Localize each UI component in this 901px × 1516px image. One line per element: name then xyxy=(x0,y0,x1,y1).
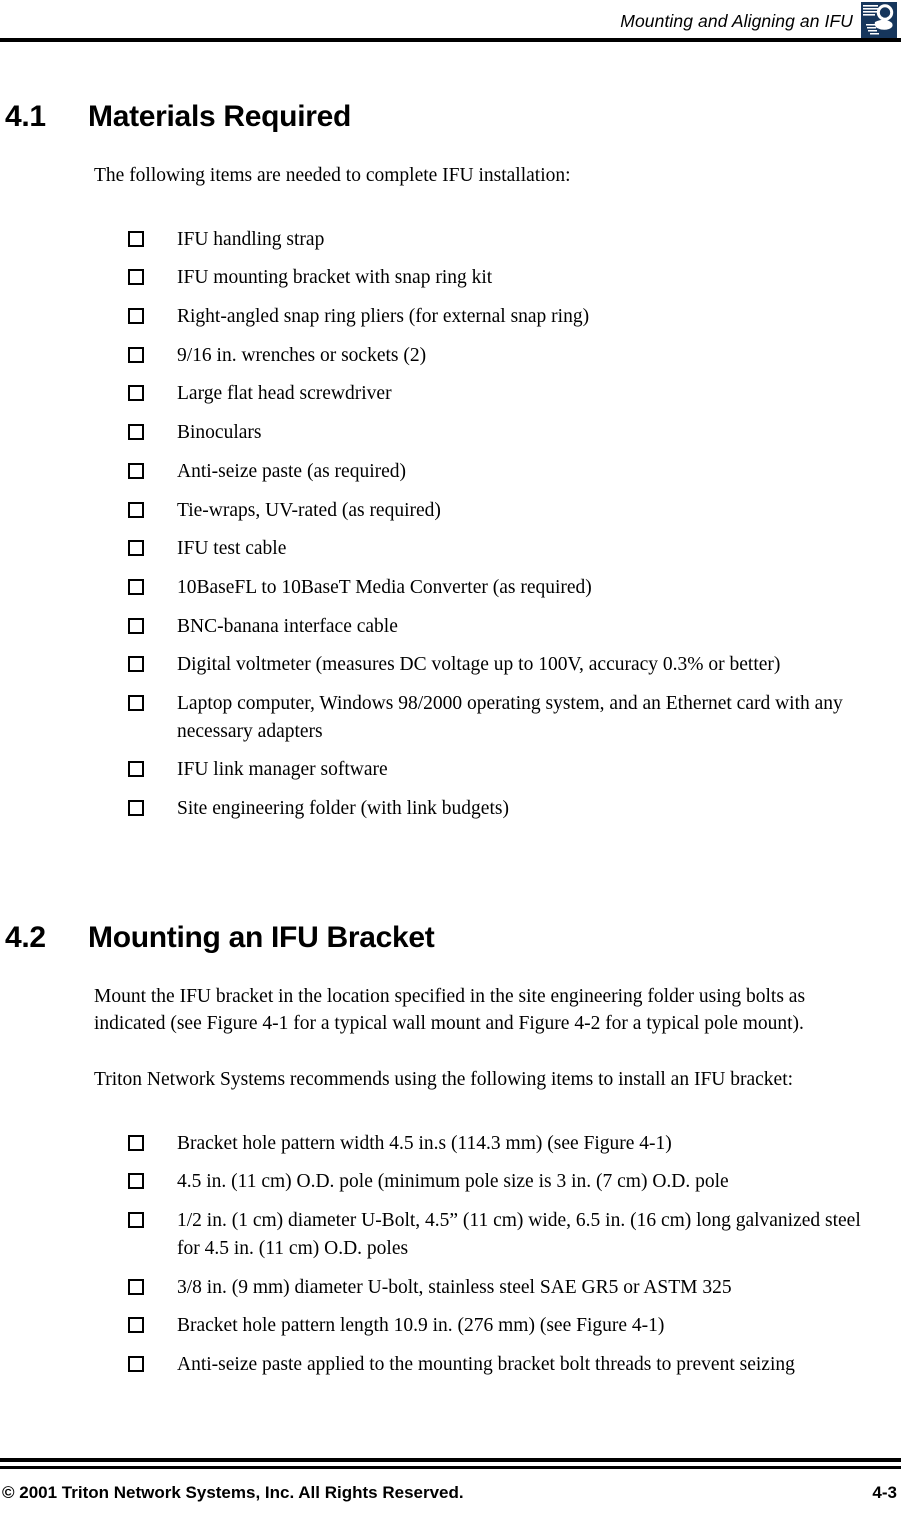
list-item-label: Right-angled snap ring pliers (for exter… xyxy=(177,306,590,328)
checkbox-icon[interactable] xyxy=(128,761,144,778)
header-divider-rule xyxy=(0,38,901,42)
list-item: Large flat head screwdriver xyxy=(128,380,873,408)
checkbox-icon[interactable] xyxy=(128,656,144,673)
bracket-items-checklist: Bracket hole pattern width 4.5 in.s (114… xyxy=(0,1130,901,1379)
list-item: Digital voltmeter (measures DC voltage u… xyxy=(128,651,873,679)
checkbox-icon[interactable] xyxy=(128,1134,144,1151)
list-item-label: Large flat head screwdriver xyxy=(177,383,392,405)
list-item-label: IFU handling strap xyxy=(177,228,325,250)
footer-page-number: 4-3 xyxy=(872,1483,897,1502)
section-number: 4.2 xyxy=(5,920,46,954)
list-item-label: IFU mounting bracket with snap ring kit xyxy=(177,267,493,289)
checkbox-icon[interactable] xyxy=(128,269,144,286)
section-paragraph: Triton Network Systems recommends using … xyxy=(94,1069,794,1091)
list-item: 4.5 in. (11 cm) O.D. pole (minimum pole … xyxy=(128,1168,873,1196)
list-item: Anti-seize paste (as required) xyxy=(128,458,873,486)
footer-copyright: © 2001 Triton Network Systems, Inc. All … xyxy=(2,1483,464,1502)
page-footer: © 2001 Triton Network Systems, Inc. All … xyxy=(0,1458,901,1516)
checkbox-icon[interactable] xyxy=(128,462,144,479)
list-item: Tie-wraps, UV-rated (as required) xyxy=(128,497,873,525)
list-item-label: IFU test cable xyxy=(177,538,287,560)
checkbox-icon[interactable] xyxy=(128,1173,144,1190)
list-item-label: 3/8 in. (9 mm) diameter U-bolt, stainles… xyxy=(177,1276,732,1298)
section-materials-required: 4.1 Materials Required The following ite… xyxy=(0,100,901,823)
section-intro-paragraph: The following items are needed to comple… xyxy=(94,165,571,186)
list-item-label: BNC-banana interface cable xyxy=(177,615,398,637)
list-item: Right-angled snap ring pliers (for exter… xyxy=(128,303,873,331)
list-item-label: Bracket hole pattern length 10.9 in. (27… xyxy=(177,1315,665,1337)
list-item: BNC-banana interface cable xyxy=(128,613,873,641)
list-item: Binoculars xyxy=(128,419,873,447)
checkbox-icon[interactable] xyxy=(128,385,144,402)
section-mounting-an-ifu-bracket: 4.2 Mounting an IFU Bracket Mount the IF… xyxy=(0,921,901,1379)
list-item: 1/2 in. (1 cm) diameter U-Bolt, 4.5” (11… xyxy=(128,1207,873,1262)
list-item-label: Anti-seize paste applied to the mounting… xyxy=(177,1353,795,1375)
checkbox-icon[interactable] xyxy=(128,230,144,247)
list-item: Bracket hole pattern width 4.5 in.s (114… xyxy=(128,1130,873,1158)
list-item: IFU handling strap xyxy=(128,226,873,254)
list-item: Bracket hole pattern length 10.9 in. (27… xyxy=(128,1312,873,1340)
section-number: 4.1 xyxy=(5,100,46,133)
list-item-label: 10BaseFL to 10BaseT Media Converter (as … xyxy=(177,576,592,598)
triton-network-systems-logo-icon xyxy=(861,2,897,38)
section-paragraph: Mount the IFU bracket in the location sp… xyxy=(94,985,806,1035)
list-item: IFU mounting bracket with snap ring kit xyxy=(128,264,873,292)
checkbox-icon[interactable] xyxy=(128,346,144,363)
list-item-label: Tie-wraps, UV-rated (as required) xyxy=(177,499,441,521)
checkbox-icon[interactable] xyxy=(128,1278,144,1295)
section-title: Mounting an IFU Bracket xyxy=(88,920,435,954)
list-item: Laptop computer, Windows 98/2000 operati… xyxy=(128,690,873,745)
list-item: 3/8 in. (9 mm) diameter U-bolt, stainles… xyxy=(128,1274,873,1302)
list-item-label: Bracket hole pattern width 4.5 in.s (114… xyxy=(177,1132,672,1154)
section-heading: 4.1 Materials Required xyxy=(0,100,901,134)
list-item: 10BaseFL to 10BaseT Media Converter (as … xyxy=(128,574,873,602)
checkbox-icon[interactable] xyxy=(128,308,144,325)
section-heading: 4.2 Mounting an IFU Bracket xyxy=(0,921,901,955)
list-item-label: Anti-seize paste (as required) xyxy=(177,460,407,482)
list-item-label: Laptop computer, Windows 98/2000 operati… xyxy=(177,692,843,742)
footer-divider-rule-thick xyxy=(0,1458,901,1462)
list-item-label: IFU link manager software xyxy=(177,759,388,781)
list-item-label: 4.5 in. (11 cm) O.D. pole (minimum pole … xyxy=(177,1171,729,1193)
checkbox-icon[interactable] xyxy=(128,617,144,634)
section-title: Materials Required xyxy=(88,100,352,133)
checkbox-icon[interactable] xyxy=(128,1317,144,1334)
checkbox-icon[interactable] xyxy=(128,540,144,557)
list-item-label: Site engineering folder (with link budge… xyxy=(177,798,509,819)
checkbox-icon[interactable] xyxy=(128,501,144,518)
checkbox-icon[interactable] xyxy=(128,1212,144,1229)
list-item-label: 1/2 in. (1 cm) diameter U-Bolt, 4.5” (11… xyxy=(177,1210,861,1259)
checkbox-icon[interactable] xyxy=(128,578,144,595)
footer-divider-rule-thin xyxy=(0,1466,901,1469)
list-item-label: 9/16 in. wrenches or sockets (2) xyxy=(177,344,427,366)
checkbox-icon[interactable] xyxy=(128,694,144,711)
checkbox-icon[interactable] xyxy=(128,1355,144,1372)
list-item-label: Binoculars xyxy=(177,422,262,444)
page-content: 4.1 Materials Required The following ite… xyxy=(0,44,901,1390)
checkbox-icon[interactable] xyxy=(128,424,144,441)
checkbox-icon[interactable] xyxy=(128,800,144,816)
list-item: Anti-seize paste applied to the mounting… xyxy=(128,1351,873,1379)
list-item-label: Digital voltmeter (measures DC voltage u… xyxy=(177,654,781,676)
materials-required-checklist: IFU handling strap IFU mounting bracket … xyxy=(0,226,901,823)
list-item: IFU link manager software xyxy=(128,756,873,784)
page-header-title: Mounting and Aligning an IFU xyxy=(620,11,853,31)
list-item: Site engineering folder (with link budge… xyxy=(128,795,873,823)
list-item: IFU test cable xyxy=(128,535,873,563)
list-item: 9/16 in. wrenches or sockets (2) xyxy=(128,342,873,370)
page-header: Mounting and Aligning an IFU xyxy=(0,0,901,44)
